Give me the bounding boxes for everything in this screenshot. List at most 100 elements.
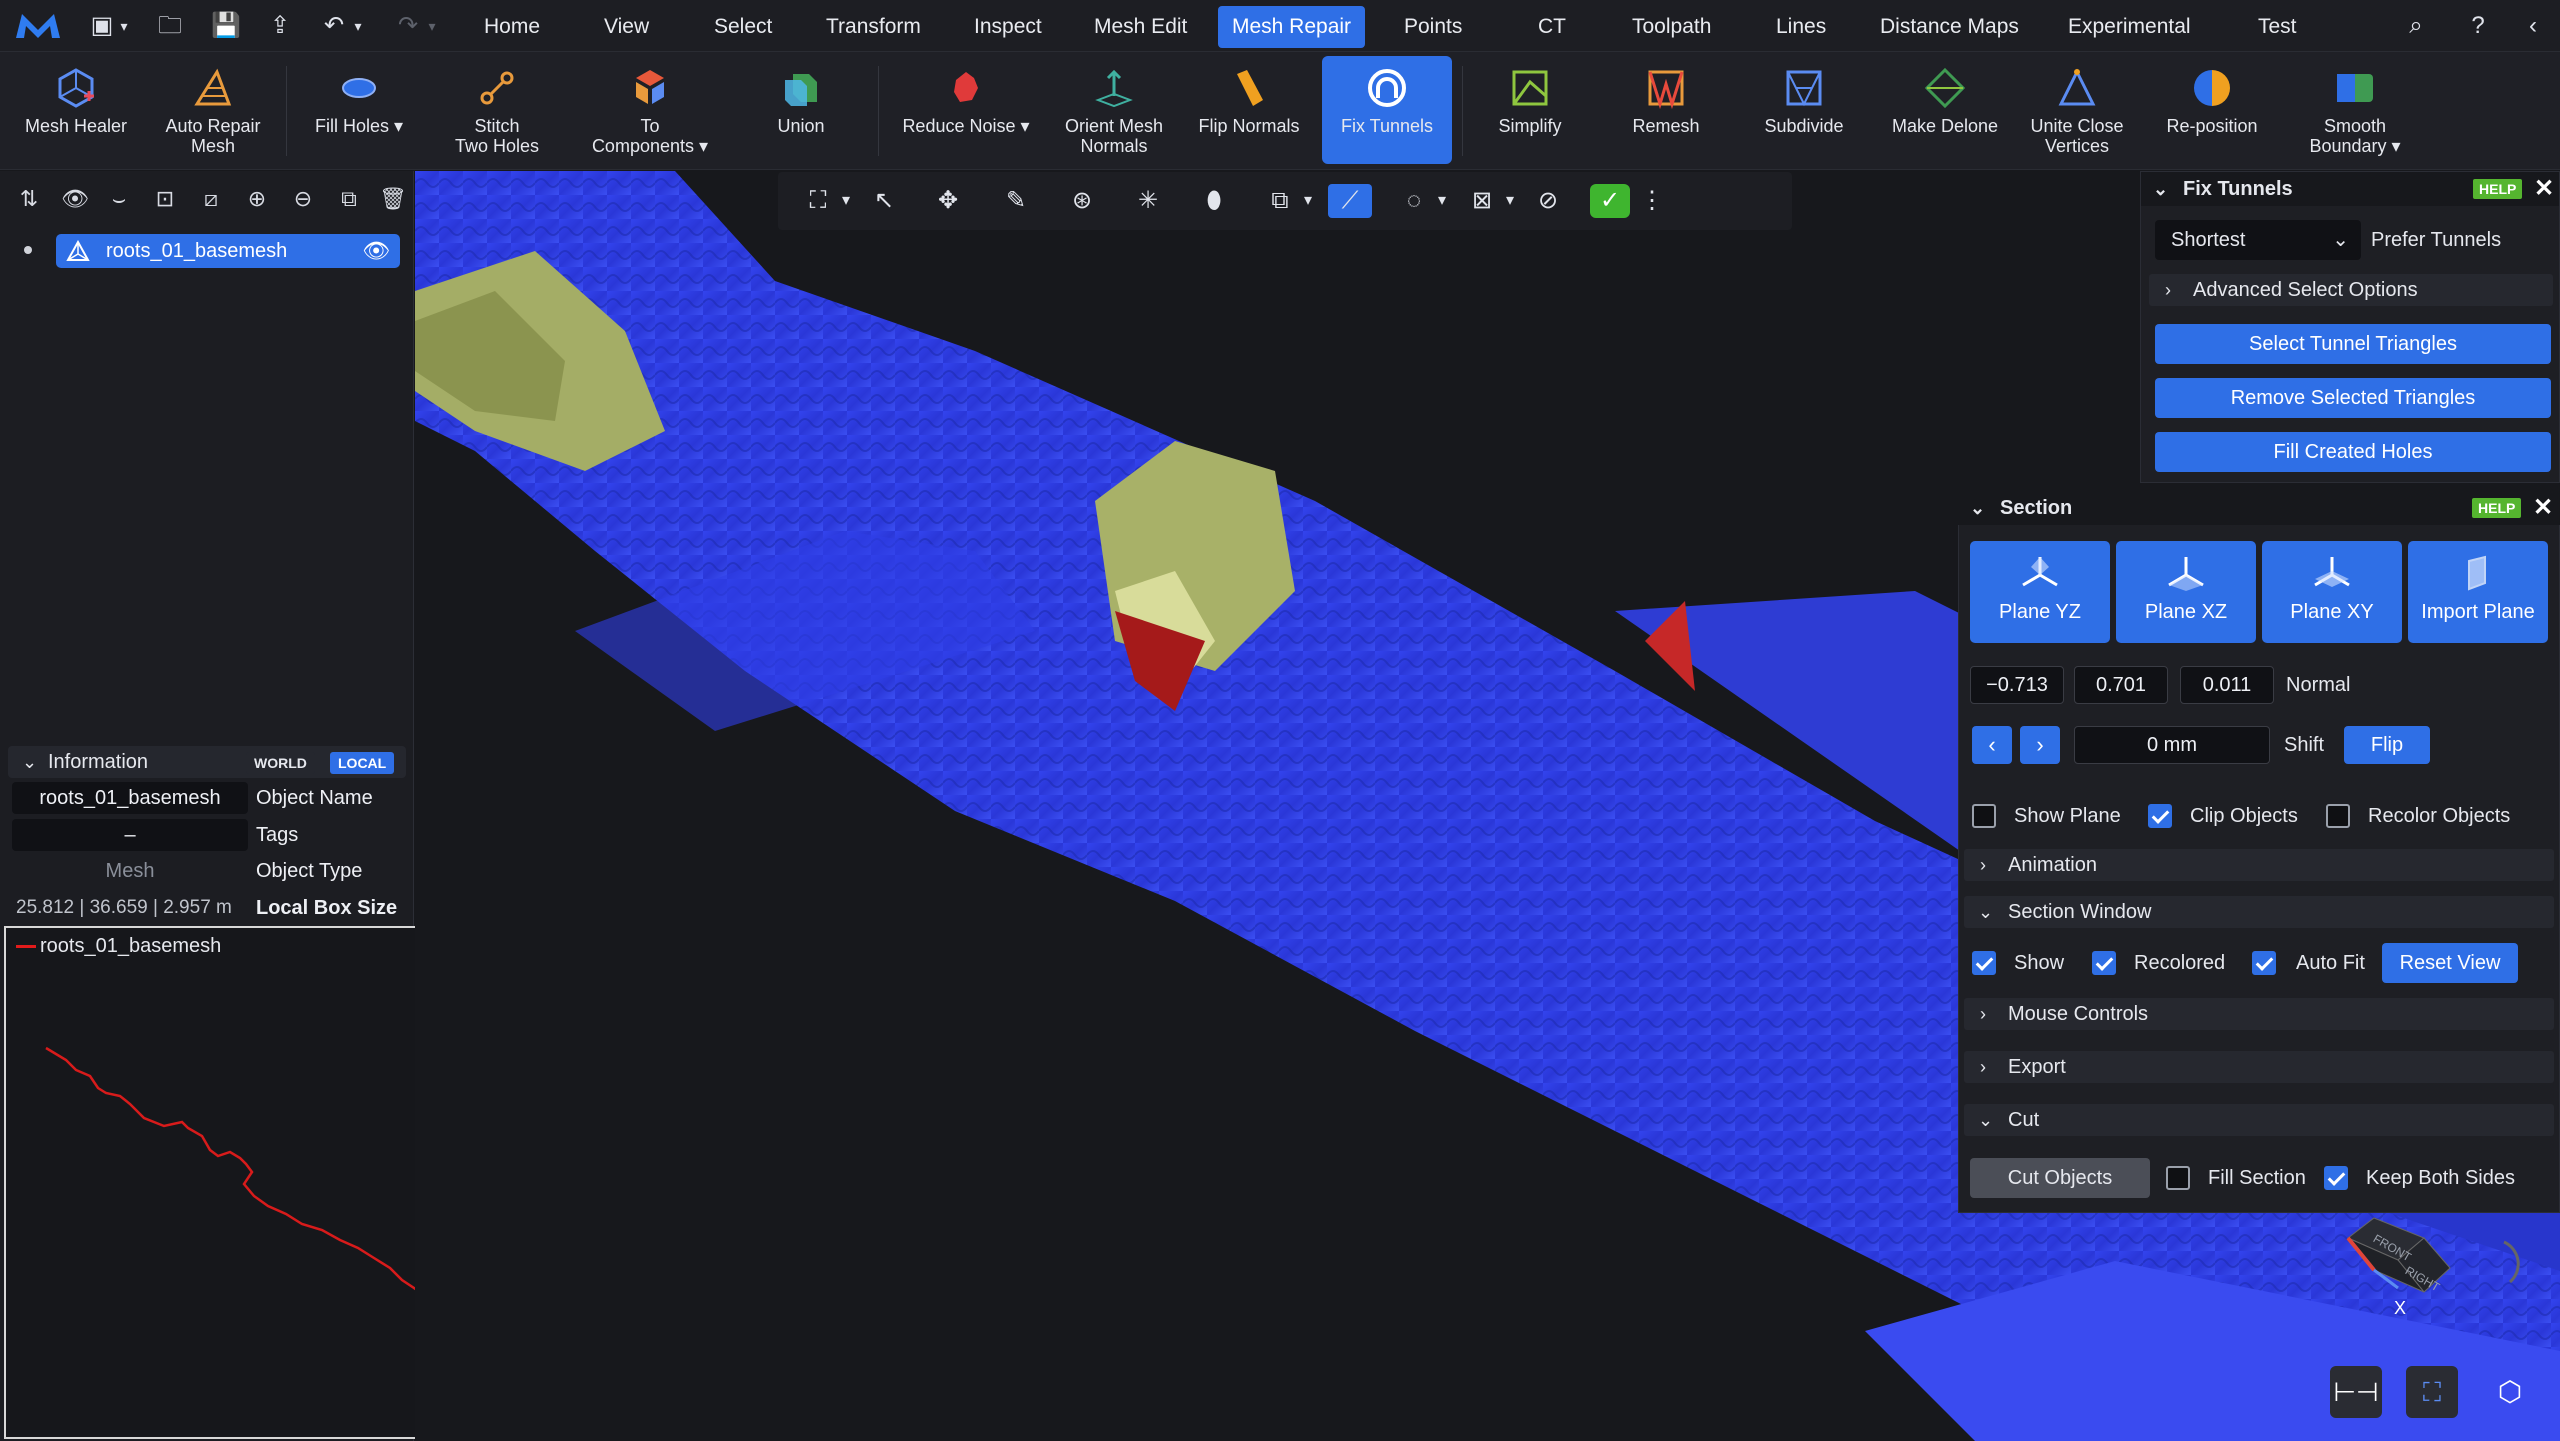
unite-close-vertices-button[interactable]: Unite Close Vertices	[2022, 56, 2132, 164]
rotate-icon[interactable]: ⊛	[1064, 184, 1100, 218]
tab-ct[interactable]: CT	[1524, 6, 1580, 48]
make-delone-button[interactable]: Make Delone	[1886, 56, 2004, 164]
ortho-toggle-icon[interactable]: ⬡	[2484, 1366, 2536, 1418]
app-logo-icon[interactable]	[14, 10, 62, 42]
scale-bar-icon[interactable]: ⊢⊣	[2330, 1366, 2382, 1418]
chevron-down-icon[interactable]: ▾	[1290, 184, 1326, 218]
reposition-button[interactable]: Re-position	[2152, 56, 2272, 164]
flip-normals-button[interactable]: Flip Normals	[1190, 56, 1308, 164]
move-down-icon[interactable]: ⊖	[288, 184, 318, 214]
edit-view-icon[interactable]: ✎	[998, 184, 1034, 218]
visibility-icon[interactable]: 👁	[362, 234, 390, 268]
hide-icon[interactable]: ⌣	[104, 184, 134, 214]
auto-fit-checkbox[interactable]	[2252, 951, 2276, 975]
local-toggle[interactable]: LOCAL	[330, 752, 395, 774]
select-pointer-icon[interactable]: ↖	[866, 184, 902, 218]
mesh-healer-button[interactable]: Mesh Healer	[20, 56, 132, 164]
shift-next-button[interactable]: ›	[2020, 726, 2060, 764]
help-badge[interactable]: HELP	[2473, 179, 2523, 199]
tab-mesh-edit[interactable]: Mesh Edit	[1080, 6, 1201, 48]
check-icon[interactable]: ✓	[1590, 184, 1630, 218]
fill-created-holes-button[interactable]: Fill Created Holes	[2155, 432, 2551, 472]
stitch-two-holes-button[interactable]: Stitch Two Holes	[436, 56, 558, 164]
export-icon[interactable]: ⇪	[262, 10, 298, 42]
chevron-down-icon[interactable]: ▾	[350, 10, 366, 42]
tab-test[interactable]: Test	[2244, 6, 2311, 48]
tab-experimental[interactable]: Experimental	[2054, 6, 2205, 48]
copy-icon[interactable]: ⧉	[334, 184, 364, 214]
show-checkbox[interactable]	[1972, 951, 1996, 975]
to-components-button[interactable]: To Components ▾	[580, 56, 720, 164]
smooth-boundary-button[interactable]: Smooth Boundary ▾	[2290, 56, 2420, 164]
show-icon[interactable]: 👁	[60, 184, 90, 214]
subdivide-button[interactable]: Subdivide	[1748, 56, 1860, 164]
normal-z-input[interactable]: 0.011	[2180, 666, 2274, 704]
select-tunnel-triangles-button[interactable]: Select Tunnel Triangles	[2155, 324, 2551, 364]
plane-xz-button[interactable]: Plane XZ	[2116, 541, 2256, 643]
close-icon[interactable]: ✕	[2530, 493, 2556, 523]
shift-input[interactable]: 0 mm	[2074, 726, 2270, 764]
chevron-down-icon[interactable]: ▾	[116, 10, 132, 42]
reduce-noise-button[interactable]: Reduce Noise ▾	[894, 56, 1038, 164]
close-icon[interactable]: ✕	[2531, 174, 2557, 204]
tab-select[interactable]: Select	[700, 6, 786, 48]
help-badge[interactable]: HELP	[2472, 498, 2522, 518]
cut-section[interactable]: ⌄ Cut	[1964, 1104, 2554, 1136]
tab-lines[interactable]: Lines	[1762, 6, 1840, 48]
tab-inspect[interactable]: Inspect	[960, 6, 1056, 48]
tab-toolpath[interactable]: Toolpath	[1618, 6, 1725, 48]
snap-icon[interactable]: ⊘	[1530, 184, 1566, 218]
auto-repair-button[interactable]: Auto Repair Mesh	[150, 56, 276, 164]
remove-selected-triangles-button[interactable]: Remove Selected Triangles	[2155, 378, 2551, 418]
recolored-checkbox[interactable]	[2092, 951, 2116, 975]
normal-y-input[interactable]: 0.701	[2074, 666, 2168, 704]
chevron-down-icon[interactable]: ▾	[828, 184, 864, 218]
scene-object-row[interactable]: roots_01_basemesh 👁	[56, 234, 400, 268]
reset-view-button[interactable]: Reset View	[2382, 943, 2518, 983]
import-plane-button[interactable]: Import Plane	[2408, 541, 2548, 643]
keep-both-sides-checkbox[interactable]	[2324, 1166, 2348, 1190]
chevron-down-icon[interactable]: ▾	[1492, 184, 1528, 218]
export-section[interactable]: › Export	[1964, 1051, 2554, 1083]
recolor-objects-checkbox[interactable]	[2326, 804, 2350, 828]
move-up-icon[interactable]: ⊕	[242, 184, 272, 214]
move-icon[interactable]: ✥	[930, 184, 966, 218]
sort-icon[interactable]: ⇅	[14, 184, 44, 214]
fill-holes-button[interactable]: Fill Holes ▾	[300, 56, 418, 164]
section-header[interactable]: ⌄ Section HELP ✕	[1958, 491, 2560, 525]
undo-icon[interactable]: ↶	[316, 10, 352, 42]
delete-icon[interactable]: 🗑	[378, 184, 408, 214]
open-folder-icon[interactable]: 🗀	[152, 10, 188, 42]
orient-normals-button[interactable]: Orient Mesh Normals	[1056, 56, 1172, 164]
chevron-down-icon[interactable]: ▾	[424, 10, 440, 42]
tags-field[interactable]: –	[12, 819, 248, 851]
tab-points[interactable]: Points	[1390, 6, 1476, 48]
deselect-icon[interactable]: ⧄	[196, 184, 226, 214]
fit-selection-icon[interactable]: ⛶	[2406, 1366, 2458, 1418]
fix-tunnels-header[interactable]: ⌄ Fix Tunnels HELP ✕	[2141, 172, 2559, 206]
tab-home[interactable]: Home	[470, 6, 554, 48]
save-icon[interactable]: 💾	[208, 10, 244, 42]
object-name-field[interactable]: roots_01_basemesh	[12, 782, 248, 814]
redo-icon[interactable]: ↷	[390, 10, 426, 42]
union-button[interactable]: Union	[742, 56, 860, 164]
section-tool-icon[interactable]: ⟋	[1328, 184, 1372, 218]
chevron-down-icon[interactable]: ▾	[1424, 184, 1460, 218]
simplify-button[interactable]: Simplify	[1474, 56, 1586, 164]
paint-icon[interactable]: ⬮	[1196, 184, 1232, 218]
tab-mesh-repair[interactable]: Mesh Repair	[1218, 6, 1366, 48]
fill-section-checkbox[interactable]	[2166, 1166, 2190, 1190]
world-toggle[interactable]: WORLD	[246, 752, 315, 774]
section-window-section[interactable]: ⌄ Section Window	[1964, 896, 2554, 928]
tab-transform[interactable]: Transform	[812, 6, 935, 48]
help-icon[interactable]: ?	[2460, 10, 2496, 42]
animation-section[interactable]: › Animation	[1964, 849, 2554, 881]
select-all-icon[interactable]: ⊡	[150, 184, 180, 214]
spatial-icon[interactable]: ✳	[1130, 184, 1166, 218]
cut-objects-button[interactable]: Cut Objects	[1970, 1158, 2150, 1198]
shift-prev-button[interactable]: ‹	[1972, 726, 2012, 764]
clip-objects-checkbox[interactable]	[2148, 804, 2172, 828]
plane-xy-button[interactable]: Plane XY	[2262, 541, 2402, 643]
advanced-select-options[interactable]: › Advanced Select Options	[2149, 274, 2553, 306]
fix-tunnels-button[interactable]: Fix Tunnels	[1322, 56, 1452, 164]
